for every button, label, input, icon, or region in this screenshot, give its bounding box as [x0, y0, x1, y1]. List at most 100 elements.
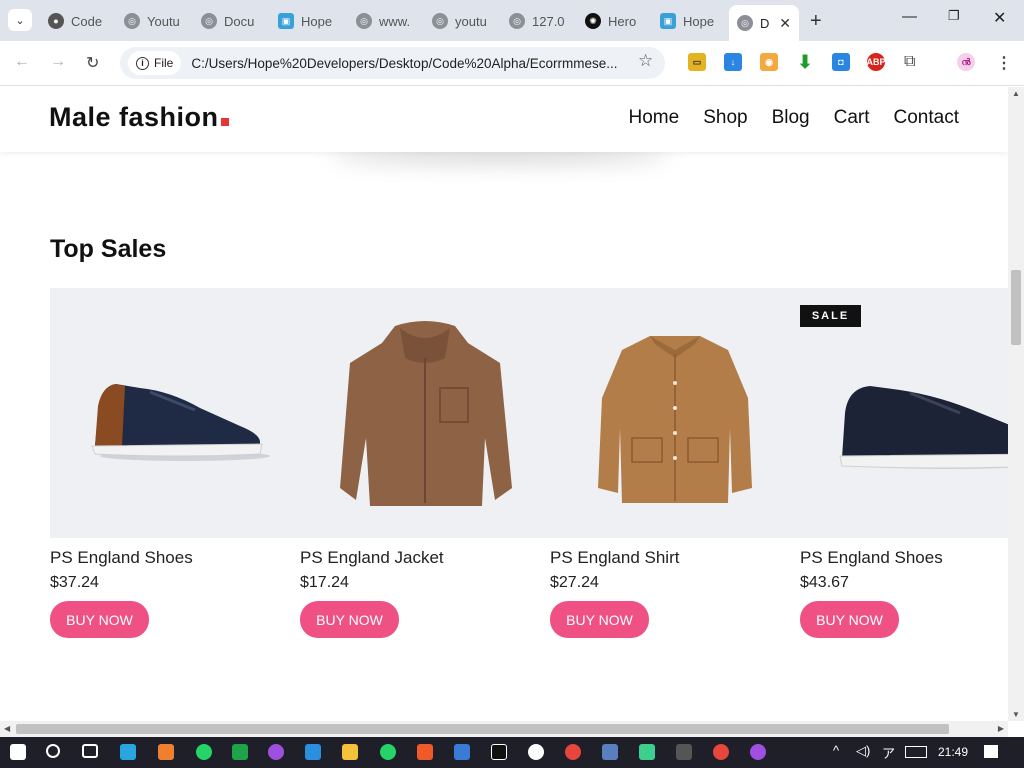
product-image[interactable] — [300, 288, 550, 538]
extension-green-arrow-icon[interactable]: ⬇ — [796, 52, 814, 72]
browser-tab[interactable]: ◎ www. — [356, 8, 412, 34]
close-tab-icon[interactable]: ✕ — [779, 15, 791, 32]
close-window-icon[interactable]: ✕ — [993, 8, 1006, 28]
browser-tab[interactable]: ◎ Docu — [201, 8, 259, 34]
horizontal-scroll-thumb[interactable] — [16, 724, 949, 734]
browser-tab[interactable]: ▣ Hope — [660, 8, 720, 34]
nav-shop[interactable]: Shop — [703, 107, 747, 129]
product-name[interactable]: PS England Shoes — [50, 548, 300, 568]
scroll-right-icon[interactable]: ▶ — [998, 724, 1004, 733]
url-text[interactable]: C:/Users/Hope%20Developers/Desktop/Code%… — [191, 56, 631, 71]
keyboard-icon[interactable] — [905, 746, 927, 758]
buy-now-button[interactable]: BUY NOW — [550, 601, 649, 638]
task-view-icon[interactable] — [82, 744, 98, 758]
scroll-down-icon[interactable]: ▼ — [1012, 710, 1020, 719]
windows-start-icon[interactable] — [10, 744, 26, 760]
store-icon[interactable] — [232, 744, 248, 760]
browser-tab[interactable]: ◎ Youtu — [124, 8, 182, 34]
scroll-left-icon[interactable]: ◀ — [4, 724, 10, 733]
site-info-button[interactable]: i File — [128, 51, 182, 75]
chrome-active-icon[interactable] — [713, 744, 729, 760]
weather-icon[interactable] — [120, 744, 136, 760]
whatsapp-desktop-icon[interactable] — [380, 744, 396, 760]
clock-time[interactable]: 21:49 — [938, 745, 968, 759]
product-image[interactable] — [50, 288, 300, 538]
tray-chevron-icon[interactable]: ^ — [833, 743, 839, 758]
app-gray-icon[interactable] — [676, 744, 692, 760]
product-price: $37.24 — [50, 574, 99, 591]
whatsapp-icon[interactable] — [196, 744, 212, 760]
app-purple-icon[interactable] — [268, 744, 284, 760]
product-name[interactable]: PS England Jacket — [300, 548, 550, 568]
logo-dot — [220, 118, 229, 126]
browser-tab[interactable]: ✺ Hero — [585, 8, 641, 34]
file-explorer-icon[interactable] — [342, 744, 358, 760]
buy-now-button[interactable]: BUY NOW — [800, 601, 899, 638]
reload-icon[interactable]: ↻ — [86, 53, 99, 73]
scroll-up-icon[interactable]: ▲ — [1012, 89, 1020, 98]
app-window-icon[interactable] — [454, 744, 470, 760]
browser-tab[interactable]: ● Code — [48, 8, 108, 34]
tiktok-icon[interactable] — [491, 744, 507, 760]
chrome-icon[interactable] — [565, 744, 581, 760]
app-orange-icon[interactable] — [158, 744, 174, 760]
address-bar[interactable]: i File C:/Users/Hope%20Developers/Deskto… — [120, 47, 665, 79]
restore-icon[interactable]: ❐ — [948, 8, 960, 24]
brave-icon[interactable] — [417, 744, 433, 760]
app-blue-icon[interactable] — [602, 744, 618, 760]
tab-label: youtu — [455, 13, 487, 29]
language-icon[interactable]: ア — [882, 743, 895, 762]
globe-icon: ◎ — [356, 13, 372, 29]
tab-search-button[interactable]: ⌄ — [8, 9, 32, 31]
product-name[interactable]: PS England Shirt — [550, 548, 800, 568]
menu-dots-icon[interactable]: ⋮ — [996, 53, 1012, 73]
buy-now-button[interactable]: BUY NOW — [300, 601, 399, 638]
product-image[interactable]: SALE — [800, 288, 1008, 538]
github-desktop-icon[interactable] — [528, 744, 544, 760]
main-nav: Home Shop Blog Cart Contact — [629, 107, 959, 129]
nav-blog[interactable]: Blog — [772, 107, 810, 129]
new-tab-button[interactable]: + — [810, 10, 822, 33]
bookmark-star-icon[interactable]: ☆ — [638, 51, 653, 71]
tab-label: D — [760, 15, 770, 31]
back-icon[interactable]: ← — [14, 53, 30, 71]
browser-tab-active[interactable]: ◎ D ✕ — [729, 5, 799, 41]
adblock-icon[interactable]: ABP — [867, 53, 886, 71]
browser-tab[interactable]: ◎ 127.0 — [509, 8, 565, 34]
vscode-icon[interactable] — [305, 744, 321, 760]
product-image[interactable] — [550, 288, 800, 538]
extension-download-icon[interactable]: ↓ — [724, 53, 742, 71]
volume-icon[interactable]: ◁) — [856, 743, 870, 759]
browser-tab[interactable]: ◎ youtu — [432, 8, 488, 34]
buy-now-button[interactable]: BUY NOW — [50, 601, 149, 638]
globe-icon: ◎ — [432, 13, 448, 29]
tab-label: Youtu — [147, 13, 180, 29]
forward-icon[interactable]: → — [50, 53, 66, 71]
app-purple-2-icon[interactable] — [750, 744, 766, 760]
browser-tab[interactable]: ▣ Hope — [278, 8, 336, 34]
profile-avatar[interactable]: ൻ — [957, 53, 975, 71]
sneaker-image — [91, 384, 270, 461]
extensions-puzzle-icon[interactable]: ⧉ — [904, 53, 915, 71]
vertical-scrollbar[interactable]: ▲ ▼ — [1008, 87, 1024, 721]
product-name[interactable]: PS England Shoes — [800, 548, 1008, 568]
globe-icon: ◎ — [509, 13, 525, 29]
extension-screen-icon[interactable]: ◘ — [832, 53, 850, 71]
product-price: $43.67 — [800, 574, 849, 591]
shirt-image — [598, 336, 752, 503]
nav-contact[interactable]: Contact — [894, 107, 959, 129]
sale-badge: SALE — [800, 305, 861, 327]
vertical-scroll-thumb[interactable] — [1011, 270, 1021, 345]
nav-cart[interactable]: Cart — [834, 107, 870, 129]
site-logo[interactable]: Male fashion — [49, 102, 229, 133]
app-green-icon[interactable] — [639, 744, 655, 760]
nav-home[interactable]: Home — [629, 107, 680, 129]
extension-orange-icon[interactable]: ◉ — [760, 53, 778, 71]
search-icon[interactable] — [46, 744, 60, 758]
horizontal-scrollbar[interactable]: ◀ ▶ — [0, 721, 1008, 737]
globe-icon: ◎ — [201, 13, 217, 29]
notifications-icon[interactable] — [984, 745, 998, 758]
extension-folder-icon[interactable]: ▭ — [688, 53, 706, 71]
minimize-icon[interactable]: — — [902, 8, 917, 25]
info-icon: i — [136, 56, 149, 70]
